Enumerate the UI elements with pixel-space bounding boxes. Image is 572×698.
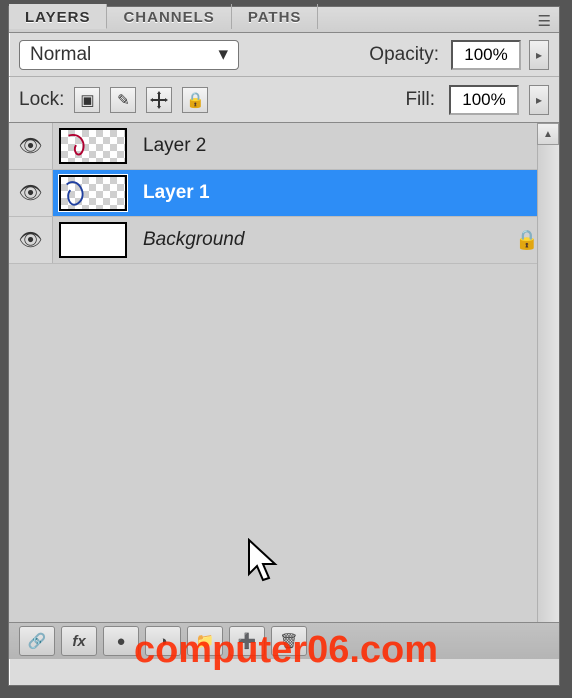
- scribble-icon: [61, 177, 125, 211]
- visibility-toggle[interactable]: 👁: [9, 170, 53, 216]
- opacity-input[interactable]: 100%: [451, 40, 521, 70]
- tab-paths[interactable]: PATHS: [232, 4, 319, 29]
- eye-icon: 👁: [18, 181, 42, 205]
- lock-pixels-button[interactable]: ✎: [110, 87, 136, 113]
- layers-list: 👁 Layer 2 👁: [9, 123, 559, 623]
- opacity-slider-button[interactable]: ▸: [529, 40, 549, 70]
- lock-all-button[interactable]: 🔒: [182, 87, 208, 113]
- cursor-icon: [245, 538, 285, 586]
- layer-row-layer2[interactable]: 👁 Layer 2: [9, 123, 559, 169]
- fill-label: Fill:: [405, 89, 435, 111]
- blend-mode-value: Normal: [30, 44, 91, 66]
- lock-transparency-button[interactable]: ▣: [74, 87, 100, 113]
- watermark-text: computer06.com: [0, 629, 572, 672]
- layer-name[interactable]: Layer 2: [133, 135, 559, 157]
- tab-layers[interactable]: LAYERS: [9, 4, 107, 29]
- lock-label: Lock:: [19, 89, 64, 111]
- layer-name[interactable]: Layer 1: [133, 182, 559, 204]
- layer-thumbnail[interactable]: [53, 170, 133, 216]
- move-icon: [149, 90, 169, 110]
- layers-panel: LAYERS CHANNELS PATHS ☰ Normal ▾ Opacity…: [8, 6, 560, 686]
- lock-fill-row: Lock: ▣ ✎ 🔒 Fill: 100% ▸: [9, 77, 559, 123]
- layer-thumbnail[interactable]: [53, 217, 133, 263]
- eye-icon: 👁: [18, 134, 42, 158]
- layer-row-layer1[interactable]: 👁 Layer 1: [9, 170, 559, 216]
- layer-row-background[interactable]: 👁 Background 🔒: [9, 217, 559, 263]
- panel-tabs: LAYERS CHANNELS PATHS ☰: [9, 7, 559, 33]
- visibility-toggle[interactable]: 👁: [9, 217, 53, 263]
- scribble-icon: [61, 130, 125, 164]
- layer-name[interactable]: Background: [133, 229, 515, 251]
- visibility-toggle[interactable]: 👁: [9, 123, 53, 169]
- blend-mode-dropdown[interactable]: Normal ▾: [19, 40, 239, 70]
- scrollbar-track[interactable]: [537, 123, 559, 622]
- scroll-up-button[interactable]: ▲: [537, 123, 559, 145]
- fill-slider-button[interactable]: ▸: [529, 85, 549, 115]
- tab-channels[interactable]: CHANNELS: [107, 4, 231, 29]
- layer-thumbnail[interactable]: [53, 123, 133, 169]
- chevron-down-icon: ▾: [218, 43, 228, 66]
- panel-menu-icon[interactable]: ☰: [530, 7, 559, 32]
- blend-opacity-row: Normal ▾ Opacity: 100% ▸: [9, 33, 559, 77]
- fill-input[interactable]: 100%: [449, 85, 519, 115]
- opacity-label: Opacity:: [369, 44, 439, 66]
- eye-icon: 👁: [18, 228, 42, 252]
- lock-icon: 🔒: [515, 228, 539, 252]
- lock-position-button[interactable]: [146, 87, 172, 113]
